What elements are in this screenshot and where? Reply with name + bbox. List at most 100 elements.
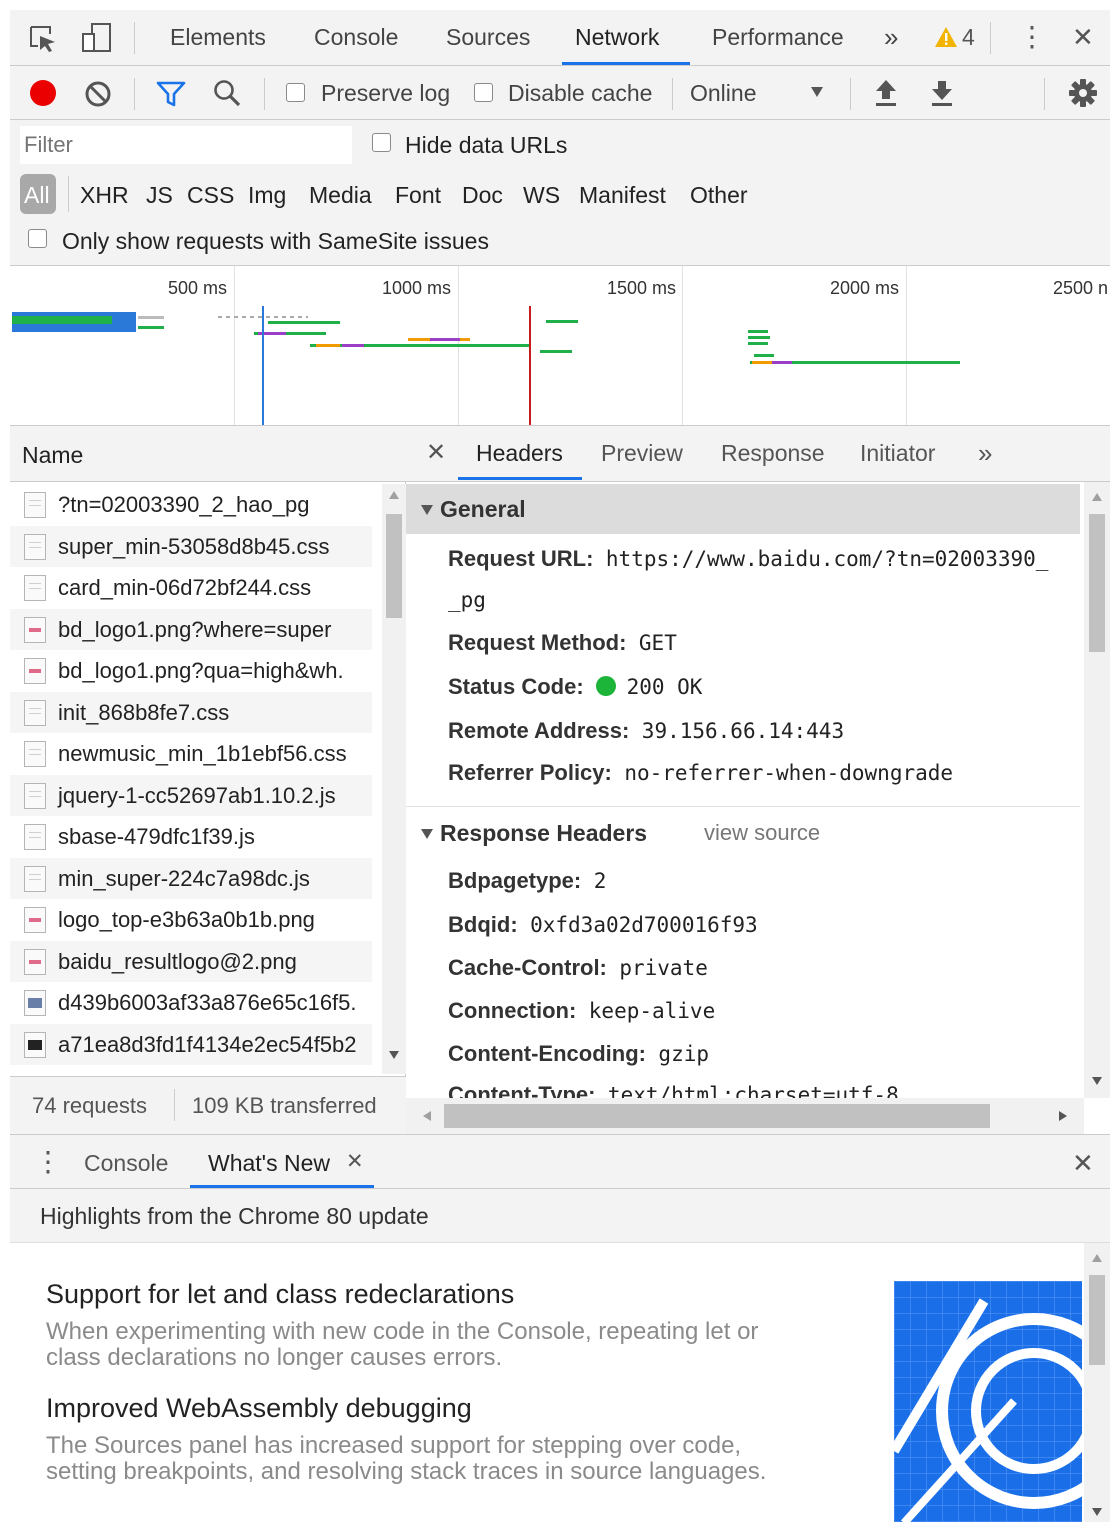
close-devtools-icon[interactable]: ✕ — [1072, 22, 1094, 53]
clear-icon[interactable] — [84, 80, 112, 108]
filter-type-js[interactable]: JS — [146, 182, 173, 209]
close-drawer-icon[interactable]: ✕ — [1072, 1148, 1094, 1179]
export-har-icon[interactable] — [930, 78, 954, 108]
chevron-down-icon[interactable] — [810, 86, 824, 98]
request-row[interactable]: baidu_resultlogo@2.png — [10, 940, 372, 982]
drawer-menu-icon[interactable]: ⋮ — [34, 1145, 62, 1178]
view-source-link[interactable]: view source — [704, 820, 820, 846]
document-file-icon — [24, 782, 46, 809]
headers-horizontal-scrollbar[interactable] — [406, 1098, 1084, 1134]
drawer-tab-bar: ⋮ Console What's New ✕ ✕ — [10, 1135, 1110, 1189]
inspect-element-icon[interactable] — [28, 24, 58, 54]
network-toolbar: Preserve log Disable cache Online — [10, 66, 1110, 120]
document-file-icon — [24, 492, 46, 518]
active-tab-indicator — [562, 62, 690, 65]
tab-sources[interactable]: Sources — [446, 24, 530, 51]
filter-type-all[interactable]: All — [24, 182, 50, 209]
request-list-scrollbar[interactable] — [382, 484, 406, 1074]
request-row[interactable]: logo_top-e3b63a0b1b.png — [10, 899, 372, 940]
drawer-tab-whats-new[interactable]: What's New — [208, 1150, 330, 1177]
close-tab-icon[interactable]: ✕ — [346, 1149, 364, 1174]
request-row[interactable]: sbase-479dfc1f39.js — [10, 816, 372, 857]
filter-icon[interactable] — [156, 80, 186, 108]
hide-data-urls-checkbox[interactable] — [372, 133, 391, 152]
name-column-header[interactable]: Name — [10, 426, 406, 482]
gear-icon[interactable] — [1068, 78, 1098, 108]
tab-initiator[interactable]: Initiator — [860, 440, 935, 467]
device-toolbar-icon[interactable] — [80, 22, 114, 54]
request-count: 74 requests — [32, 1093, 147, 1118]
filter-type-other[interactable]: Other — [690, 182, 748, 209]
headers-scrollbar[interactable] — [1084, 482, 1110, 1098]
more-tabs-icon[interactable]: » — [884, 22, 898, 53]
preserve-log-checkbox[interactable] — [286, 83, 305, 102]
devtools-tab-bar: Elements Console Sources Network Perform… — [10, 10, 1110, 66]
general-section-header[interactable]: General — [406, 484, 1080, 534]
filter-type-font[interactable]: Font — [395, 182, 441, 209]
kebab-menu-icon[interactable]: ⋮ — [1018, 20, 1046, 53]
drawer-tab-console[interactable]: Console — [84, 1150, 168, 1177]
tab-console[interactable]: Console — [314, 24, 398, 51]
throttling-select[interactable]: Online — [690, 80, 756, 107]
scroll-down-icon[interactable] — [388, 1050, 400, 1060]
filter-type-img[interactable]: Img — [248, 182, 286, 209]
drawer-scrollbar[interactable] — [1084, 1243, 1110, 1522]
scrollbar-thumb[interactable] — [1089, 1275, 1105, 1365]
search-icon[interactable] — [212, 78, 242, 108]
request-row[interactable]: bd_logo1.png?where=super — [10, 608, 372, 650]
tab-network[interactable]: Network — [575, 24, 659, 51]
scroll-left-icon[interactable] — [422, 1110, 432, 1122]
more-tabs-icon[interactable]: » — [978, 438, 992, 469]
scroll-down-icon[interactable] — [1091, 1507, 1103, 1517]
triangle-down-icon — [421, 829, 433, 839]
request-row[interactable]: a71ea8d3fd1f4134e2ec54f5b2 — [10, 1023, 372, 1065]
scrollbar-thumb[interactable] — [386, 514, 402, 618]
separator — [134, 78, 135, 110]
scroll-up-icon[interactable] — [388, 490, 400, 500]
request-row[interactable]: card_min-06d72bf244.css — [10, 567, 372, 608]
filter-type-css[interactable]: CSS — [187, 182, 234, 209]
request-row[interactable]: init_868b8fe7.css — [10, 691, 372, 733]
request-row[interactable]: min_super-224c7a98dc.js — [10, 857, 372, 899]
scrollbar-thumb[interactable] — [1089, 514, 1105, 652]
hide-data-urls-label[interactable]: Hide data URLs — [405, 132, 567, 159]
scroll-down-icon[interactable] — [1091, 1076, 1103, 1086]
tab-response[interactable]: Response — [721, 440, 825, 467]
disable-cache-checkbox[interactable] — [474, 83, 493, 102]
tab-headers[interactable]: Headers — [476, 440, 563, 467]
record-icon[interactable] — [30, 80, 56, 106]
samesite-checkbox[interactable] — [28, 229, 47, 248]
tab-preview[interactable]: Preview — [601, 440, 683, 467]
filter-type-ws[interactable]: WS — [523, 182, 560, 209]
scroll-right-icon[interactable] — [1058, 1110, 1068, 1122]
scroll-up-icon[interactable] — [1091, 492, 1103, 502]
request-row[interactable]: super_min-53058d8b45.css — [10, 525, 372, 567]
warning-icon[interactable] — [934, 26, 958, 48]
request-row[interactable]: d439b6003af33a876e65c16f5. — [10, 982, 372, 1023]
request-row[interactable]: jquery-1-cc52697ab1.10.2.js — [10, 774, 372, 816]
news-title[interactable]: Support for let and class redeclarations — [46, 1279, 514, 1310]
network-overview[interactable]: 500 ms 1000 ms 1500 ms 2000 ms 2500 n — [10, 266, 1110, 426]
close-detail-icon[interactable]: ✕ — [426, 438, 446, 467]
filter-type-manifest[interactable]: Manifest — [579, 182, 666, 209]
preserve-log-label[interactable]: Preserve log — [321, 80, 450, 107]
filter-input[interactable] — [20, 126, 352, 164]
news-title[interactable]: Improved WebAssembly debugging — [46, 1393, 472, 1424]
filter-type-xhr[interactable]: XHR — [80, 182, 129, 209]
import-har-icon[interactable] — [874, 78, 898, 108]
scroll-up-icon[interactable] — [1091, 1253, 1103, 1263]
disable-cache-label[interactable]: Disable cache — [508, 80, 652, 107]
document-file-icon — [24, 699, 46, 726]
response-headers-section-header[interactable]: Response Headers view source — [406, 810, 1080, 858]
request-row[interactable]: ?tn=02003390_2_hao_pg — [10, 484, 372, 525]
filter-type-media[interactable]: Media — [309, 182, 372, 209]
header-row: Content-Type: text/html;charset=utf-8 — [448, 1082, 899, 1098]
scrollbar-thumb[interactable] — [444, 1104, 990, 1128]
request-row[interactable]: newmusic_min_1b1ebf56.css — [10, 733, 372, 774]
samesite-label[interactable]: Only show requests with SameSite issues — [62, 228, 489, 255]
tab-performance[interactable]: Performance — [712, 24, 844, 51]
tab-elements[interactable]: Elements — [170, 24, 266, 51]
filter-type-doc[interactable]: Doc — [462, 182, 503, 209]
request-row[interactable]: bd_logo1.png?qua=high&wh. — [10, 650, 372, 691]
warning-count[interactable]: 4 — [962, 24, 975, 51]
